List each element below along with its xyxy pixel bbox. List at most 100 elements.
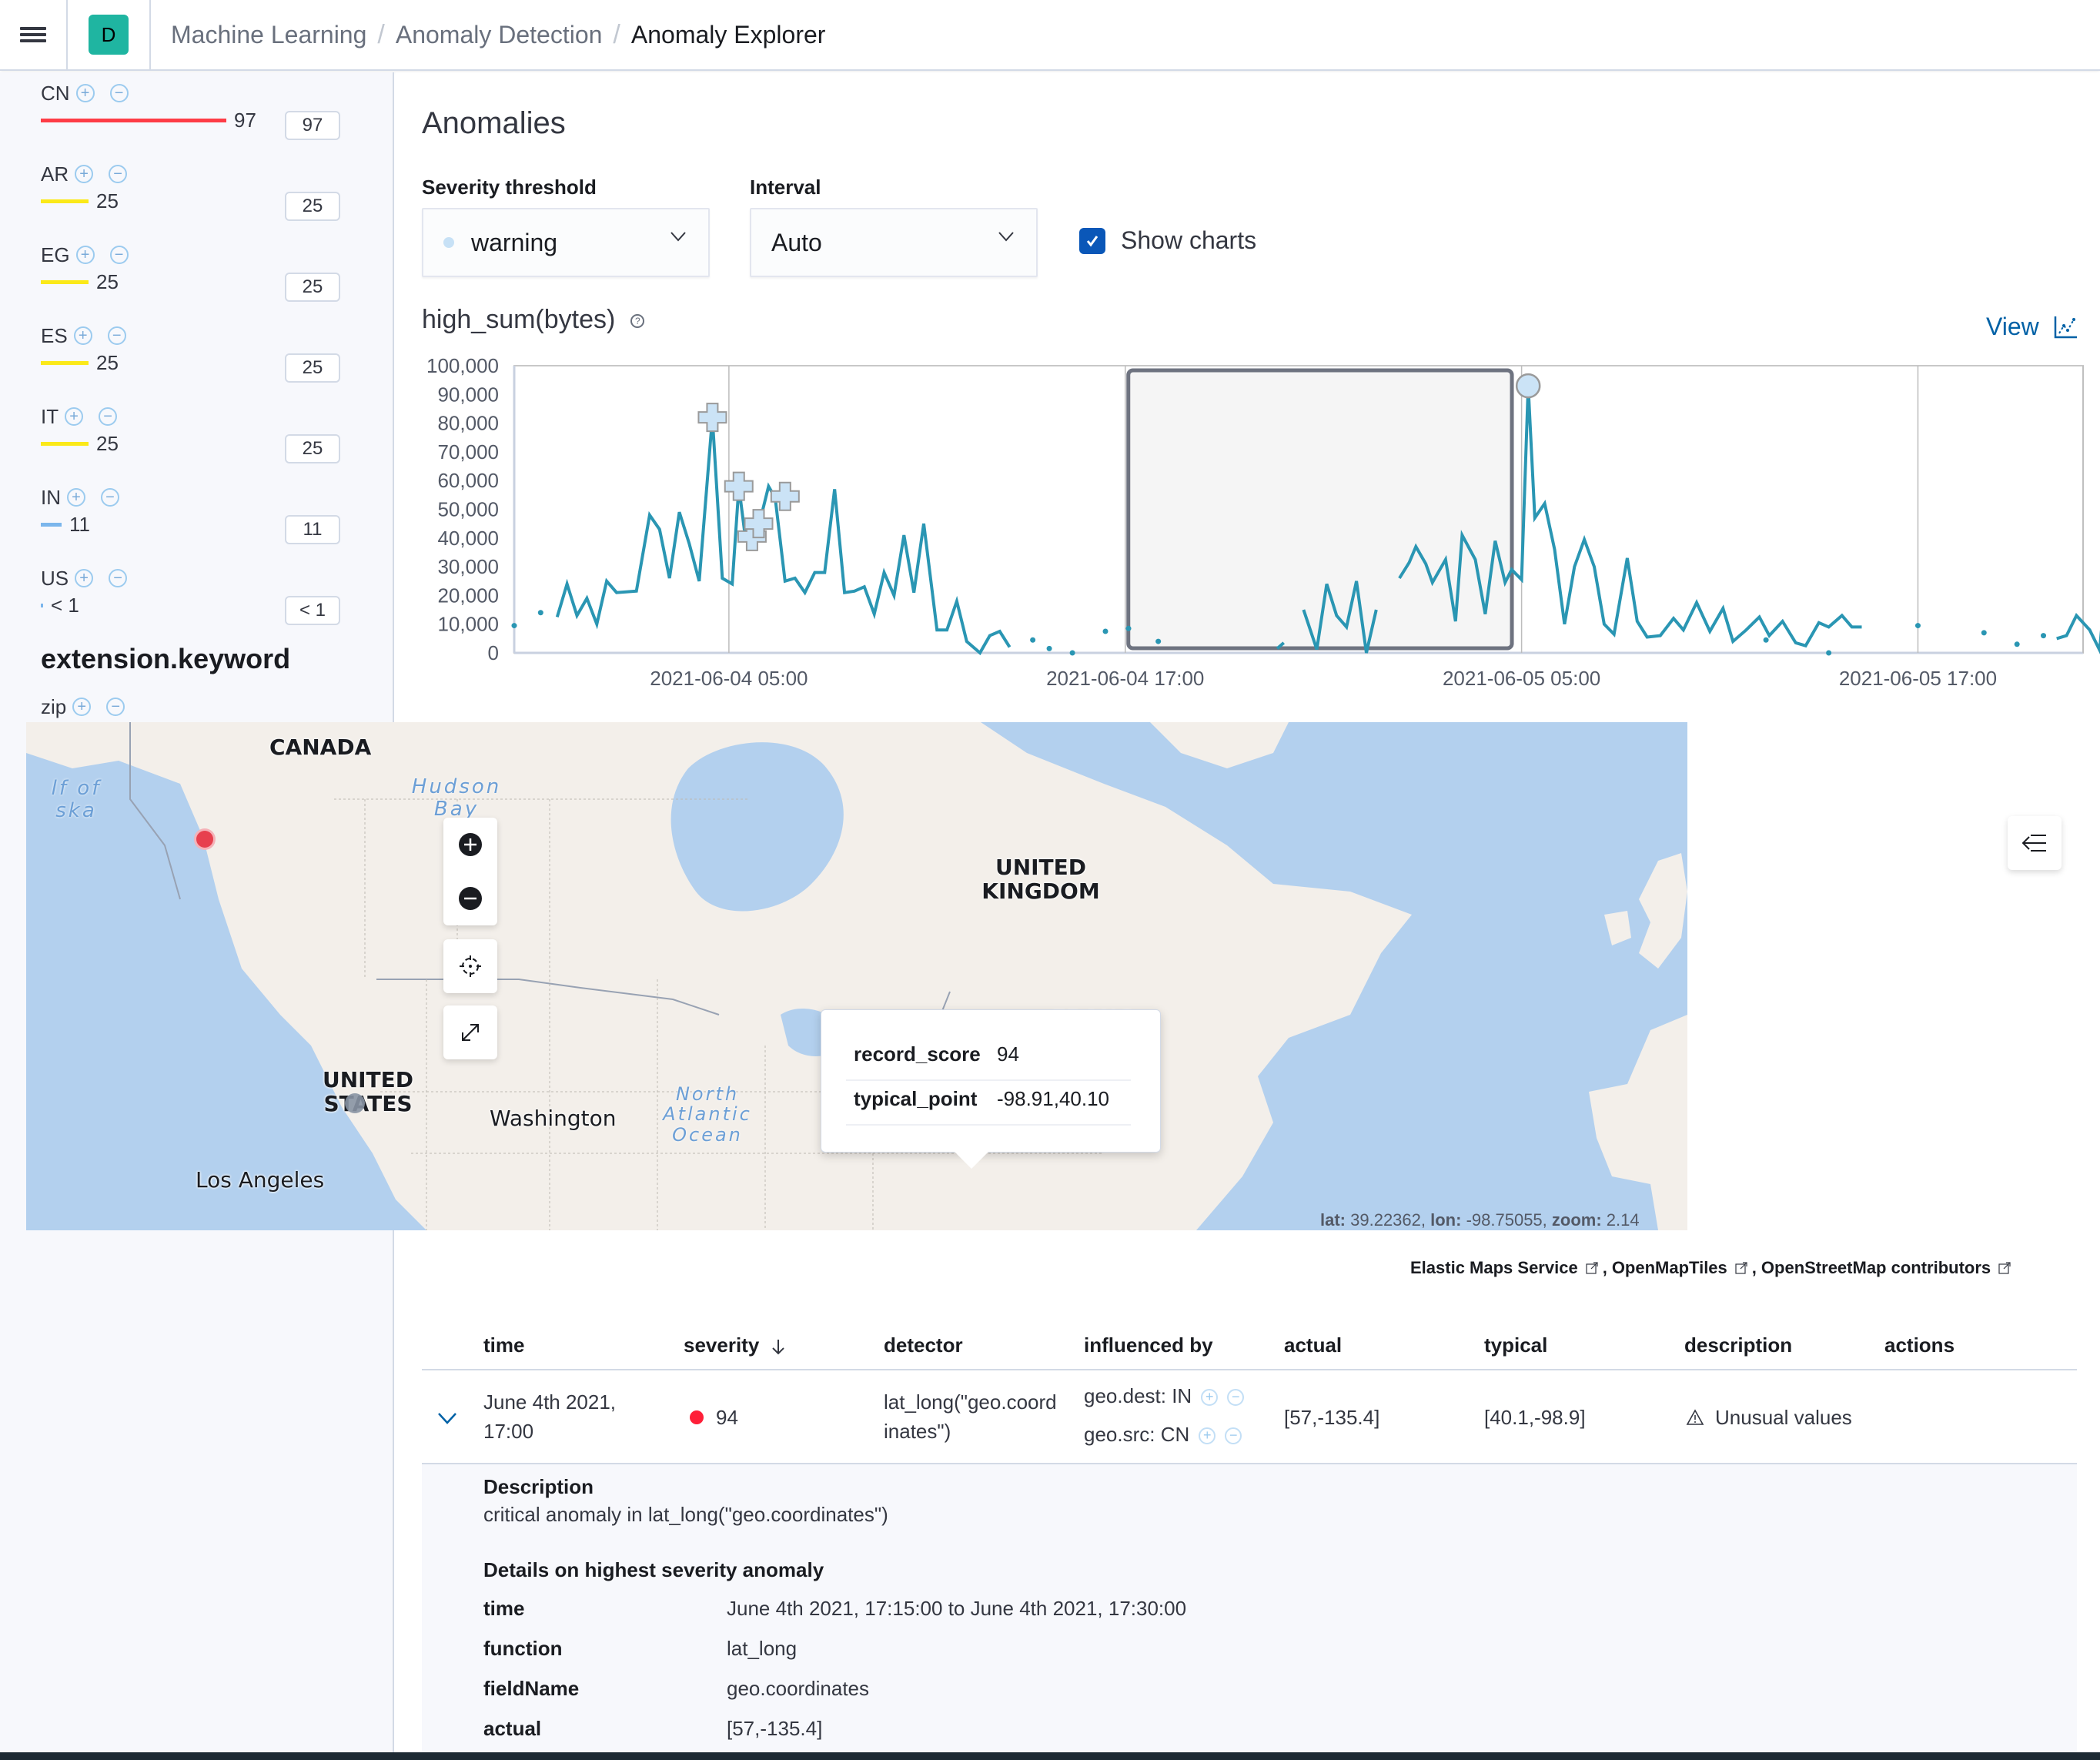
detail-key: fieldName — [483, 1677, 580, 1700]
time-line-1: June 4th 2021, — [483, 1390, 617, 1414]
detail-key: function — [483, 1637, 563, 1660]
y-tick-label: 30,000 — [437, 555, 499, 578]
description-heading: Description — [483, 1475, 594, 1498]
data-point — [1763, 637, 1769, 643]
data-point — [1102, 628, 1109, 634]
severity-header-label: severity — [684, 1333, 760, 1357]
data-point — [1030, 637, 1036, 643]
column-header-typical[interactable]: typical — [1484, 1333, 1547, 1357]
y-tick-label: 10,000 — [437, 613, 499, 636]
column-header-severity[interactable]: severity — [684, 1333, 787, 1357]
zoom-label: zoom: — [1551, 1210, 1602, 1230]
sort-arrow-down-icon — [771, 1340, 784, 1355]
zoom-in-button[interactable] — [443, 818, 497, 872]
column-header-description[interactable]: description — [1684, 1333, 1792, 1357]
influencer-item: geo.src: CN + − — [1084, 1420, 1244, 1449]
remove-filter-icon[interactable]: − — [106, 698, 125, 716]
influencer-label: geo.src: CN — [1084, 1423, 1190, 1446]
cell-time: June 4th 2021, 17:00 — [483, 1387, 616, 1446]
land-ireland — [1604, 911, 1631, 945]
external-link-icon — [1586, 1262, 1598, 1274]
attribution-link-openmaptiles[interactable]: OpenMapTiles — [1612, 1258, 1727, 1278]
expand-row-chevron-icon[interactable] — [437, 1412, 457, 1424]
y-tick-label: 80,000 — [437, 412, 499, 435]
data-point — [2014, 641, 2020, 647]
y-tick-label: 70,000 — [437, 440, 499, 463]
data-point — [2041, 633, 2047, 639]
attribution-link-elastic-maps[interactable]: Elastic Maps Service — [1410, 1258, 1578, 1278]
add-filter-icon[interactable]: + — [1199, 1427, 1216, 1445]
external-link-icon — [1735, 1262, 1747, 1274]
detail-value: [57,-135.4] — [727, 1717, 823, 1740]
bottom-edge — [0, 1752, 2100, 1760]
expand-icon — [462, 1024, 479, 1041]
map-label-united-states: UNITED STATES — [322, 1067, 414, 1116]
add-filter-icon[interactable]: + — [72, 698, 92, 716]
details-heading: Details on highest severity anomaly — [483, 1558, 824, 1581]
typical-point-marker[interactable] — [345, 1093, 365, 1113]
tooltip-key: typical_point — [854, 1087, 978, 1110]
x-tick-label: 2021-06-04 17:00 — [1046, 667, 1204, 690]
map-label-gulf-of-alaska: lf of ska — [51, 777, 102, 822]
actual-point-marker[interactable] — [194, 828, 216, 850]
data-point — [1046, 645, 1052, 651]
fullscreen-button[interactable] — [443, 1005, 497, 1059]
influencer-label[interactable]: zip — [41, 695, 66, 719]
column-header-detector[interactable]: detector — [884, 1333, 963, 1357]
data-point — [1914, 623, 1921, 629]
cell-actual: [57,-135.4] — [1284, 1406, 1380, 1429]
column-header-actions: actions — [1884, 1333, 1955, 1357]
column-header-influenced-by[interactable]: influenced by — [1084, 1333, 1213, 1357]
y-tick-label: 50,000 — [437, 498, 499, 521]
cell-detector: lat_long("geo.coord inates") — [884, 1387, 1057, 1446]
zoom-value: 2.14 — [1606, 1210, 1640, 1230]
map-tooltip: record_score 94 typical_point -98.91,40.10 — [821, 1009, 1161, 1153]
layer-control-button[interactable] — [2008, 816, 2062, 870]
y-tick-label: 20,000 — [437, 584, 499, 607]
remove-filter-icon[interactable]: − — [1225, 1427, 1242, 1445]
tooltip-value: -98.91,40.10 — [997, 1087, 1110, 1110]
expanded-row-details: Description critical anomaly in lat_long… — [422, 1463, 2077, 1760]
locate-button[interactable] — [443, 939, 497, 993]
detail-key: actual — [483, 1717, 542, 1740]
locate-control — [443, 939, 497, 993]
map-label-united-kingdom: UNITED KINGDOM — [981, 855, 1100, 904]
column-header-time[interactable]: time — [483, 1333, 524, 1357]
plus-circle-icon — [459, 833, 482, 856]
detail-value: lat_long — [727, 1637, 798, 1660]
map-label-canada: CANADA — [269, 734, 372, 760]
y-tick-label: 60,000 — [437, 469, 499, 492]
table-header-divider — [422, 1369, 2077, 1370]
zoom-out-button[interactable] — [443, 872, 497, 925]
tooltip-value: 94 — [997, 1042, 1019, 1066]
tooltip-divider — [846, 1124, 1131, 1126]
influencer-item: geo.dest: IN + − — [1084, 1381, 1245, 1410]
land-greenland — [1150, 722, 1289, 768]
time-line-2: 17:00 — [483, 1420, 534, 1443]
tooltip-divider — [846, 1079, 1131, 1081]
map-attribution: Elastic Maps Service , OpenMapTiles , Op… — [1410, 1258, 2015, 1278]
data-point — [1125, 625, 1132, 631]
data-point — [1981, 630, 1987, 636]
anomaly-map[interactable]: CANADA Hudson Bay lf of ska UNITED KINGD… — [26, 722, 1687, 1230]
column-header-actual[interactable]: actual — [1284, 1333, 1342, 1357]
cell-typical: [40.1,-98.9] — [1484, 1406, 1586, 1429]
warning-icon — [1686, 1409, 1704, 1425]
map-basemap — [26, 722, 1687, 1230]
lon-value: -98.75055 — [1466, 1210, 1543, 1230]
anomaly-marker-circle — [1515, 373, 1541, 399]
remove-filter-icon[interactable]: − — [1227, 1389, 1245, 1407]
add-filter-icon[interactable]: + — [1201, 1389, 1219, 1407]
description-text: critical anomaly in lat_long("geo.coordi… — [483, 1503, 888, 1526]
x-tick-label: 2021-06-04 05:00 — [650, 667, 808, 690]
influencer-label: geo.dest: IN — [1084, 1384, 1192, 1407]
y-tick-label: 100,000 — [426, 354, 499, 377]
tooltip-row-record-score: record_score 94 — [854, 1042, 1019, 1066]
land-uk — [1639, 853, 1687, 969]
tooltip-row-typical-point: typical_point -98.91,40.10 — [854, 1087, 1109, 1111]
attribution-link-openstreetmap[interactable]: OpenStreetMap contributors — [1761, 1258, 1991, 1278]
detector-line-2: inates") — [884, 1420, 951, 1443]
detail-value: geo.coordinates — [727, 1677, 870, 1700]
cell-description: Unusual values — [1686, 1403, 1852, 1432]
data-point — [1069, 650, 1075, 656]
